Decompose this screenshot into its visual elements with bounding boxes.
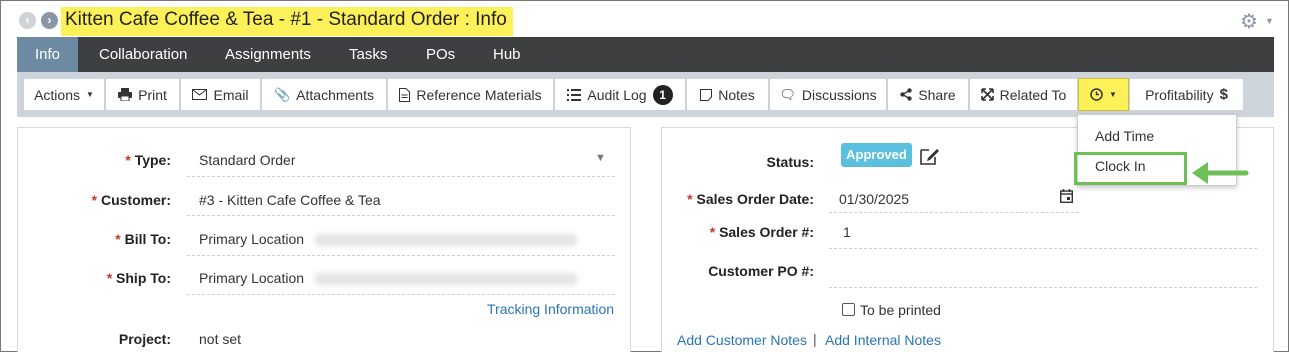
audit-log-button[interactable]: Audit Log 1 <box>554 78 686 111</box>
tab-info[interactable]: Info <box>17 37 79 72</box>
actions-button[interactable]: Actions ▼ <box>23 78 105 111</box>
app-window: ‹ › Kitten Cafe Coffee & Tea - #1 - Stan… <box>0 0 1289 352</box>
back-icon[interactable]: ‹ <box>19 12 36 29</box>
page-title: Kitten Cafe Coffee & Tea - #1 - Standard… <box>61 7 513 36</box>
clock-icon <box>1090 88 1103 101</box>
profitability-button[interactable]: Profitability $ <box>1129 78 1244 111</box>
list-icon <box>567 88 582 101</box>
tab-tasks[interactable]: Tasks <box>349 37 387 72</box>
customer-underline <box>187 215 615 216</box>
tracking-information-link[interactable]: Tracking Information <box>487 301 614 317</box>
sales-order-number-field[interactable]: 1 <box>843 224 851 240</box>
project-field[interactable]: not set <box>199 331 241 347</box>
email-button[interactable]: Email <box>180 78 261 111</box>
customer-label: * Customer: <box>91 192 171 208</box>
share-label: Share <box>918 86 956 103</box>
calendar-icon[interactable] <box>1060 189 1073 203</box>
gear-icon[interactable]: ⚙ <box>1240 9 1258 34</box>
redacted-address <box>315 273 577 285</box>
chevron-down-icon[interactable]: ▼ <box>595 152 606 164</box>
time-menu-button[interactable]: ▼ <box>1078 78 1129 111</box>
tab-assignments[interactable]: Assignments <box>225 37 311 72</box>
paperclip-icon: 📎 <box>273 86 291 102</box>
forward-icon[interactable]: › <box>41 12 58 29</box>
notes-label: Notes <box>718 86 755 103</box>
print-icon <box>118 88 133 101</box>
attachments-button[interactable]: 📎 Attachments <box>261 78 387 111</box>
audit-log-count-badge: 1 <box>652 84 673 105</box>
envelope-icon <box>192 89 208 100</box>
to-be-printed-checkbox[interactable] <box>842 303 855 316</box>
sales-order-number-label: * Sales Order #: <box>709 224 814 240</box>
discussions-label: Discussions <box>801 86 877 103</box>
tab-hub[interactable]: Hub <box>493 37 521 72</box>
bill-to-field[interactable]: Primary Location <box>199 231 304 247</box>
status-label: Status: <box>766 154 814 170</box>
customer-po-underline <box>829 287 1257 288</box>
redacted-address <box>315 234 577 246</box>
customer-po-label: Customer PO #: <box>708 263 814 279</box>
type-underline <box>187 176 615 177</box>
attachments-label: Attachments <box>296 86 374 103</box>
notes-button[interactable]: Notes <box>686 78 769 111</box>
type-label: * Type: <box>125 152 171 168</box>
chevron-down-icon[interactable]: ▼ <box>1265 16 1274 26</box>
print-button[interactable]: Print <box>105 78 180 111</box>
reference-materials-button[interactable]: Reference Materials <box>387 78 554 111</box>
related-to-button[interactable]: Related To <box>969 78 1078 111</box>
sales-order-date-underline <box>829 212 1079 213</box>
customer-field[interactable]: #3 - Kitten Cafe Coffee & Tea <box>199 192 381 208</box>
add-time-menu-item[interactable]: Add Time <box>1095 128 1154 144</box>
type-select[interactable]: Standard Order <box>199 152 296 168</box>
add-internal-notes-link[interactable]: Add Internal Notes <box>825 332 941 348</box>
links-separator: | <box>813 331 817 347</box>
expand-arrows-icon <box>980 88 994 101</box>
discussions-button[interactable]: 🗨 Discussions <box>769 78 887 111</box>
to-be-printed-label: To be printed <box>860 302 941 318</box>
status-badge: Approved <box>841 143 912 167</box>
email-label: Email <box>213 86 249 103</box>
project-label: Project: <box>118 331 171 347</box>
sticky-note-icon <box>700 88 713 101</box>
callout-highlight-box <box>1074 152 1187 185</box>
sales-order-number-underline <box>829 248 1257 249</box>
print-label: Print <box>138 86 167 103</box>
bill-to-label: * Bill To: <box>115 231 171 247</box>
ship-to-field[interactable]: Primary Location <box>199 270 304 286</box>
tab-collaboration[interactable]: Collaboration <box>99 37 187 72</box>
callout-arrow-icon <box>1192 162 1249 184</box>
bill-to-underline <box>187 255 615 256</box>
document-icon <box>399 87 411 102</box>
comments-icon: 🗨 <box>779 86 796 102</box>
tab-pos[interactable]: POs <box>426 37 455 72</box>
audit-log-label: Audit Log <box>587 86 647 103</box>
reference-materials-label: Reference Materials <box>416 86 542 103</box>
tab-bar <box>17 37 1274 72</box>
sales-order-date-field[interactable]: 01/30/2025 <box>839 191 909 207</box>
add-customer-notes-link[interactable]: Add Customer Notes <box>677 332 807 348</box>
profitability-label: Profitability <box>1145 86 1214 103</box>
edit-icon[interactable] <box>920 147 940 165</box>
caret-down-icon: ▼ <box>86 90 94 99</box>
share-icon <box>900 88 913 101</box>
dollar-icon: $ <box>1219 86 1228 103</box>
ship-to-underline <box>187 294 615 295</box>
caret-down-icon: ▼ <box>1109 90 1117 99</box>
share-button[interactable]: Share <box>887 78 969 111</box>
sales-order-date-label: * Sales Order Date: <box>687 191 814 207</box>
actions-label: Actions <box>34 86 80 103</box>
ship-to-label: * Ship To: <box>106 270 171 286</box>
related-to-label: Related To <box>999 86 1067 103</box>
